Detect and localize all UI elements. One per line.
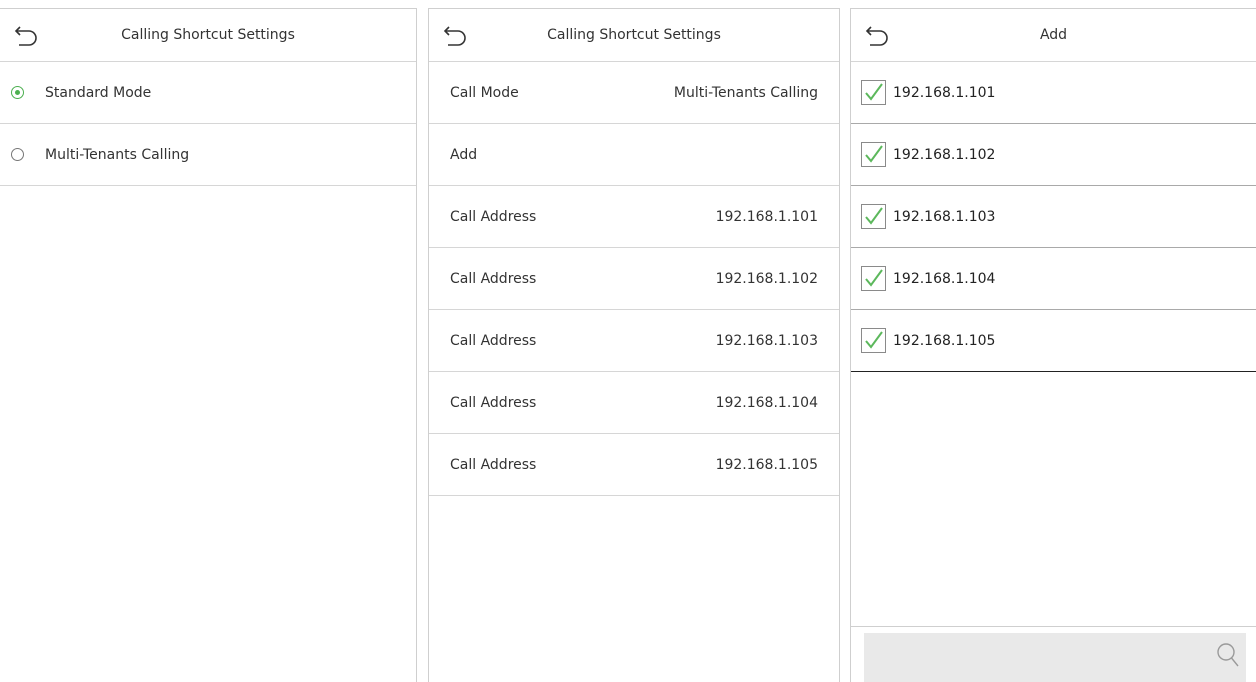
back-arrow-icon[interactable] — [865, 22, 891, 48]
row-value: Multi-Tenants Calling — [673, 84, 818, 101]
call-address-row[interactable]: Call Address 192.168.1.103 — [429, 310, 839, 372]
row-label: Add — [450, 146, 478, 163]
address-item[interactable]: 192.168.1.102 — [851, 124, 1256, 186]
radio-unselected-icon[interactable] — [11, 148, 24, 161]
search-icon[interactable] — [1216, 642, 1240, 668]
row-label: Call Address — [450, 270, 537, 287]
address-label: 192.168.1.101 — [893, 84, 996, 101]
checkmark-icon — [865, 269, 883, 287]
search-bar — [851, 626, 1256, 682]
option-standard-mode[interactable]: Standard Mode — [0, 62, 416, 124]
checkmark-icon — [865, 207, 883, 225]
add-row[interactable]: Add — [429, 124, 839, 186]
page-title: Calling Shortcut Settings — [121, 27, 295, 43]
checkbox[interactable] — [861, 328, 886, 353]
panel-header: Add — [851, 9, 1256, 62]
back-arrow-icon[interactable] — [14, 22, 40, 48]
row-label: Call Mode — [450, 84, 519, 101]
address-label: 192.168.1.104 — [893, 270, 996, 287]
panel-header: Calling Shortcut Settings — [429, 9, 839, 62]
address-label: 192.168.1.102 — [893, 146, 996, 163]
address-label: 192.168.1.103 — [893, 208, 996, 225]
address-item[interactable]: 192.168.1.103 — [851, 186, 1256, 248]
row-label: Call Address — [450, 456, 537, 473]
back-arrow-icon[interactable] — [443, 22, 469, 48]
address-item[interactable]: 192.168.1.101 — [851, 62, 1256, 124]
call-address-row[interactable]: Call Address 192.168.1.101 — [429, 186, 839, 248]
checkmark-icon — [865, 331, 883, 349]
row-value: 192.168.1.102 — [715, 270, 818, 287]
row-value: 192.168.1.103 — [715, 332, 818, 349]
row-value: 192.168.1.105 — [715, 456, 818, 473]
calling-settings-panel: Calling Shortcut Settings Call Mode Mult… — [428, 8, 840, 682]
address-label: 192.168.1.105 — [893, 332, 996, 349]
radio-selected-icon[interactable] — [11, 86, 24, 99]
checkbox[interactable] — [861, 142, 886, 167]
call-mode-row[interactable]: Call Mode Multi-Tenants Calling — [429, 62, 839, 124]
row-label: Call Address — [450, 332, 537, 349]
panel-header: Calling Shortcut Settings — [0, 9, 416, 62]
checkbox[interactable] — [861, 204, 886, 229]
address-item[interactable]: 192.168.1.105 — [851, 310, 1256, 372]
row-value: 192.168.1.104 — [715, 394, 818, 411]
checkmark-icon — [865, 145, 883, 163]
add-address-panel: Add 192.168.1.101 192.168.1.102 192.168.… — [850, 8, 1256, 682]
address-item[interactable]: 192.168.1.104 — [851, 248, 1256, 310]
row-label: Call Address — [450, 394, 537, 411]
option-label: Multi-Tenants Calling — [45, 146, 190, 163]
page-title: Calling Shortcut Settings — [547, 27, 721, 43]
call-address-row[interactable]: Call Address 192.168.1.102 — [429, 248, 839, 310]
call-address-row[interactable]: Call Address 192.168.1.104 — [429, 372, 839, 434]
checkmark-icon — [865, 83, 883, 101]
row-value: 192.168.1.101 — [715, 208, 818, 225]
row-label: Call Address — [450, 208, 537, 225]
option-label: Standard Mode — [45, 84, 152, 101]
option-multi-tenants-calling[interactable]: Multi-Tenants Calling — [0, 124, 416, 186]
checkbox[interactable] — [861, 80, 886, 105]
page-title: Add — [1039, 27, 1068, 43]
checkbox[interactable] — [861, 266, 886, 291]
call-address-row[interactable]: Call Address 192.168.1.105 — [429, 434, 839, 496]
search-input[interactable] — [864, 633, 1246, 682]
standard-mode-panel: Calling Shortcut Settings Standard Mode … — [0, 8, 417, 682]
